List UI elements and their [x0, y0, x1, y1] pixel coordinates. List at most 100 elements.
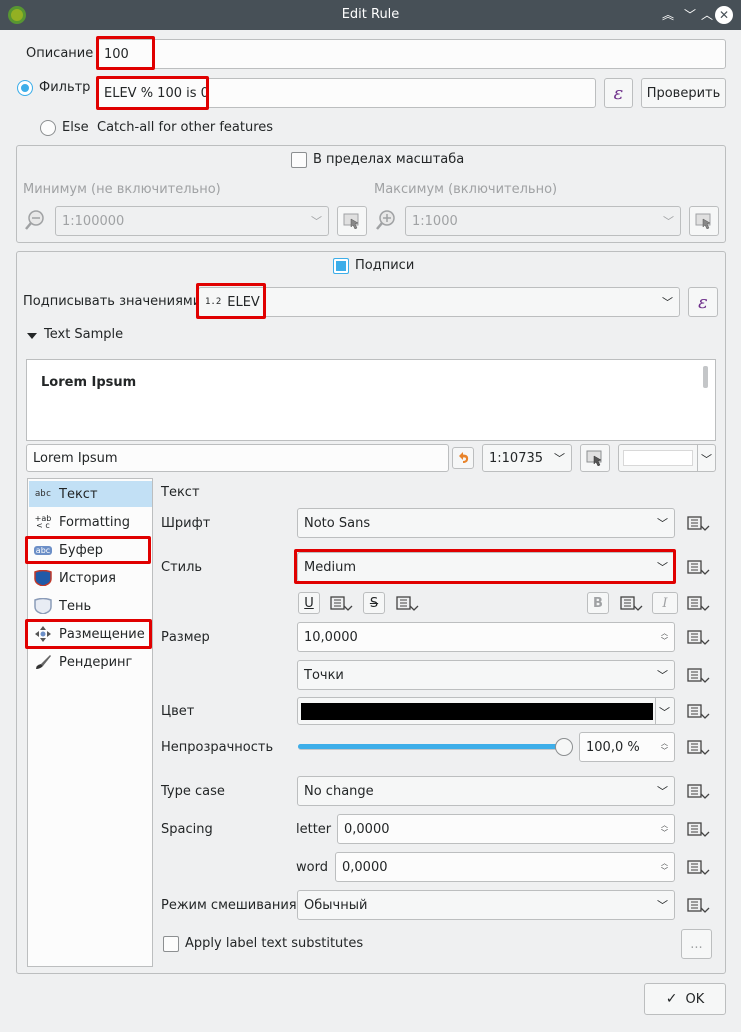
data-defined-override-icon[interactable] — [329, 593, 353, 613]
filter-input[interactable]: ELEV % 100 is 0 — [97, 78, 596, 108]
window-titlebar: Edit Rule ︽ ﹀ ︿ ✕ — [0, 0, 741, 30]
labels-checkbox[interactable] — [333, 258, 349, 274]
letter-spacing-value: 0,0000 — [344, 821, 390, 837]
substitutes-edit-button[interactable]: ... — [681, 929, 712, 959]
size-spinbox[interactable]: 10,0000 ︿ ﹀ — [297, 622, 675, 652]
test-button[interactable]: Проверить — [641, 78, 726, 108]
label-field-combo[interactable]: 1.2 ELEV ﹀ — [198, 287, 680, 317]
data-defined-override-icon[interactable] — [686, 857, 710, 877]
else-radio[interactable] — [40, 120, 56, 136]
sidebar-item-label: Тень — [59, 598, 92, 614]
letter-spacing-spinbox[interactable]: 0,0000 ︿ ﹀ — [337, 814, 675, 844]
background-color-button[interactable]: ﹀ — [618, 444, 716, 472]
ok-button[interactable]: ✓ OK — [644, 983, 726, 1015]
italic-button[interactable]: I — [652, 592, 678, 614]
data-defined-override-icon[interactable] — [686, 513, 710, 533]
sidebar-item-placement[interactable]: Размещение — [29, 621, 152, 647]
scale-max-label: Максимум (включительно) — [374, 182, 558, 197]
preview-scrollbar[interactable] — [703, 366, 708, 388]
label-expression-button[interactable]: ε — [688, 287, 718, 317]
data-defined-override-icon[interactable] — [395, 593, 419, 613]
underline-button[interactable]: U — [298, 592, 320, 614]
substitutes-checkbox[interactable] — [163, 936, 179, 952]
font-value: Noto Sans — [304, 515, 371, 531]
map-canvas-icon — [586, 450, 602, 466]
sidebar-item-label: Рендеринг — [59, 654, 133, 670]
filter-radio[interactable] — [17, 80, 33, 96]
scale-min-from-canvas-button[interactable] — [337, 206, 367, 236]
chevron-down-icon: ﹀ — [311, 215, 322, 228]
data-defined-override-icon[interactable] — [686, 819, 710, 839]
data-defined-override-icon[interactable] — [686, 701, 710, 721]
sidebar-item-history[interactable]: История — [29, 565, 152, 591]
sidebar-item-shadow[interactable]: Тень — [29, 593, 152, 619]
background-color-swatch — [623, 450, 693, 466]
data-defined-override-icon[interactable] — [686, 665, 710, 685]
zoom-out-icon — [23, 208, 47, 232]
opacity-slider-handle[interactable] — [555, 738, 573, 756]
filter-label: Фильтр — [39, 80, 91, 95]
chevron-down-icon: ﹀ — [657, 785, 668, 798]
opacity-spinbox[interactable]: 100,0 % ︿ ﹀ — [579, 732, 675, 762]
sidebar-item-formatting[interactable]: +ab < c Formatting — [29, 509, 152, 535]
buffer-icon: abc — [33, 545, 53, 555]
substitutes-label: Apply label text substitutes — [185, 936, 364, 951]
chevron-down-icon: ﹀ — [659, 706, 670, 719]
shadow-icon — [33, 598, 53, 614]
maximize-icon[interactable]: ︿ — [699, 7, 715, 23]
data-defined-override-icon[interactable] — [686, 781, 710, 801]
blend-mode-combo[interactable]: Обычный ﹀ — [297, 890, 675, 920]
bold-button[interactable]: B — [587, 592, 609, 614]
scale-max-combo[interactable]: 1:1000 ﹀ — [405, 206, 681, 236]
scale-checkbox-label: В пределах масштаба — [313, 152, 465, 167]
chevron-down-icon: ﹀ — [662, 296, 673, 309]
numeric-field-icon: 1.2 — [205, 297, 222, 307]
rendering-brush-icon — [33, 654, 53, 670]
opacity-slider-groove[interactable] — [298, 744, 571, 750]
style-combo[interactable]: Medium ﹀ — [297, 552, 675, 582]
preview-scale-canvas-button[interactable] — [580, 444, 610, 472]
scale-min-combo[interactable]: 1:100000 ﹀ — [55, 206, 329, 236]
spin-arrows-icon[interactable]: ︿ ﹀ — [661, 739, 668, 755]
history-shield-icon — [33, 570, 53, 586]
spin-arrows-icon[interactable]: ︿ ﹀ — [661, 629, 668, 645]
minimize-icon[interactable]: ﹀ — [682, 7, 698, 23]
keep-above-icon[interactable]: ︽ — [660, 7, 676, 23]
scale-checkbox[interactable] — [291, 152, 307, 168]
filter-expression-button[interactable]: ε — [604, 78, 633, 108]
labels-checkbox-label: Подписи — [355, 258, 415, 273]
reset-sample-button[interactable] — [452, 447, 474, 469]
description-label: Описание — [26, 46, 94, 61]
text-sample-header[interactable]: Text Sample — [44, 327, 123, 342]
collapse-triangle-icon[interactable] — [26, 330, 38, 340]
style-value: Medium — [304, 559, 356, 575]
sidebar-item-text[interactable]: abc Текст — [29, 481, 152, 507]
spin-arrows-icon[interactable]: ︿ ﹀ — [661, 821, 668, 837]
data-defined-override-icon[interactable] — [619, 593, 643, 613]
strikethrough-button[interactable]: S — [363, 592, 385, 614]
data-defined-override-icon[interactable] — [686, 557, 710, 577]
text-color-button[interactable]: ﹀ — [297, 697, 675, 725]
text-panel-header: Текст — [161, 485, 200, 500]
preview-scale-combo[interactable]: 1:10735 ﹀ — [482, 444, 572, 472]
data-defined-override-icon[interactable] — [686, 737, 710, 757]
spin-arrows-icon[interactable]: ︿ ﹀ — [661, 859, 668, 875]
blend-mode-value: Обычный — [304, 897, 368, 913]
sidebar-item-buffer[interactable]: abc Буфер — [29, 537, 152, 563]
word-spacing-spinbox[interactable]: 0,0000 ︿ ﹀ — [335, 852, 675, 882]
font-combo[interactable]: Noto Sans ﹀ — [297, 508, 675, 538]
scale-max-from-canvas-button[interactable] — [689, 206, 719, 236]
data-defined-override-icon[interactable] — [686, 593, 710, 613]
sidebar-item-rendering[interactable]: Рендеринг — [29, 649, 152, 675]
expression-epsilon-icon: ε — [698, 291, 708, 313]
color-label: Цвет — [161, 704, 195, 719]
data-defined-override-icon[interactable] — [686, 895, 710, 915]
typecase-combo[interactable]: No change ﹀ — [297, 776, 675, 806]
close-icon[interactable]: ✕ — [715, 6, 733, 24]
size-unit-combo[interactable]: Точки ﹀ — [297, 660, 675, 690]
typecase-value: No change — [304, 783, 374, 799]
else-label: Else — [62, 120, 89, 135]
sample-text-input[interactable]: Lorem Ipsum — [26, 444, 449, 472]
data-defined-override-icon[interactable] — [686, 627, 710, 647]
description-input[interactable]: 100 — [97, 39, 726, 69]
